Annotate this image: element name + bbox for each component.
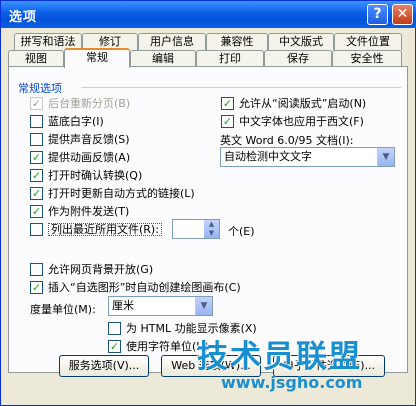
watermark-url: www.jsgho.com xyxy=(221,373,363,392)
word-format-value: 自动检测中文文字 xyxy=(224,150,312,163)
checkbox-box xyxy=(30,133,43,146)
checkbox-box: ✓ xyxy=(30,187,43,200)
title-bar[interactable]: 选项 ? ✕ xyxy=(1,1,416,28)
tab-row-bottom: 视图 常规 编辑 打印 保存 安全性 xyxy=(8,48,408,68)
checkbox-box: ✓ xyxy=(108,340,121,353)
recent-files-suffix: 个(E) xyxy=(228,225,255,238)
watermark-logo: 技术员联盟 xyxy=(197,339,362,375)
checkbox-box: ✓ xyxy=(30,97,43,110)
checkbox-box: ✓ xyxy=(30,169,43,182)
checkbox-box: ✓ xyxy=(30,205,43,218)
measure-unit-label: 度量单位(M): xyxy=(30,303,96,316)
checkbox-label: 打开时确认转换(Q) xyxy=(48,169,143,182)
measure-unit-select[interactable]: 厘米 ▼ xyxy=(108,296,213,316)
group-separator xyxy=(81,87,401,88)
checkbox-label: 允许从“阅读版式”启动(N) xyxy=(239,97,367,110)
checkbox-box xyxy=(30,115,43,128)
dialog-title: 选项 xyxy=(9,10,38,25)
checkbox-box xyxy=(30,223,43,236)
word-format-select[interactable]: 自动检测中文文字 ▼ xyxy=(220,147,395,167)
checkbox-box xyxy=(30,263,43,276)
tab-chinese-layout[interactable]: 中文版式 xyxy=(268,33,334,50)
tab-user-info[interactable]: 用户信息 xyxy=(138,33,206,50)
options-dialog: 选项 ? ✕ 拼写和语法 修订 用户信息 兼容性 中文版式 文件位置 视图 常规… xyxy=(0,0,416,406)
checkbox-box xyxy=(108,322,121,335)
tab-view[interactable]: 视图 xyxy=(8,50,64,67)
checkbox-box: ✓ xyxy=(30,151,43,164)
recent-files-count-spinner[interactable]: ▲ ▼ xyxy=(172,219,220,239)
tab-save[interactable]: 保存 xyxy=(264,50,332,67)
checkbox-label: 作为附件发送(T) xyxy=(48,205,130,218)
chevron-down-icon[interactable]: ▼ xyxy=(377,148,394,166)
help-button[interactable]: ? xyxy=(367,4,388,25)
checkbox-label: 中文字体也应用于西文(F) xyxy=(239,115,364,128)
close-button[interactable]: ✕ xyxy=(392,4,413,25)
tab-file-locations[interactable]: 文件位置 xyxy=(334,33,402,50)
spinner-arrows-icon[interactable]: ▲ ▼ xyxy=(204,220,219,238)
word-format-label: 英文 Word 6.0/95 文档(I): xyxy=(220,134,354,147)
general-panel: 常规选项 ✓ 后台重新分页(B) 蓝底白字(I) 提供声音反馈(S) ✓ 提供动… xyxy=(8,66,408,373)
checkbox-label: 后台重新分页(B) xyxy=(48,97,131,110)
checkbox-label: 蓝底白字(I) xyxy=(48,115,104,128)
tab-general[interactable]: 常规 xyxy=(64,48,130,68)
tab-print[interactable]: 打印 xyxy=(196,50,264,67)
checkbox-label: 插入“自选图形”时自动创建绘图画布(C) xyxy=(48,281,241,294)
tab-security[interactable]: 安全性 xyxy=(332,50,402,67)
checkbox-label: 提供动画反馈(A) xyxy=(48,151,131,164)
checkbox-label: 打开时更新自动方式的链接(L) xyxy=(48,187,195,200)
checkbox-label: 列出最近所用文件(R): xyxy=(48,223,162,236)
chevron-down-icon[interactable]: ▼ xyxy=(195,297,212,315)
checkbox-box: ✓ xyxy=(221,115,234,128)
group-title: 常规选项 xyxy=(18,82,62,95)
checkbox-box: ✓ xyxy=(30,281,43,294)
checkbox-label: 允许网页背景开放(G) xyxy=(48,263,154,276)
service-options-button[interactable]: 服务选项(V)... xyxy=(59,355,149,377)
checkbox-box: ✓ xyxy=(221,97,234,110)
tab-compatibility[interactable]: 兼容性 xyxy=(206,33,268,50)
tab-edit[interactable]: 编辑 xyxy=(130,50,196,67)
checkbox-label: 提供声音反馈(S) xyxy=(48,133,130,146)
measure-unit-value: 厘米 xyxy=(112,299,134,312)
